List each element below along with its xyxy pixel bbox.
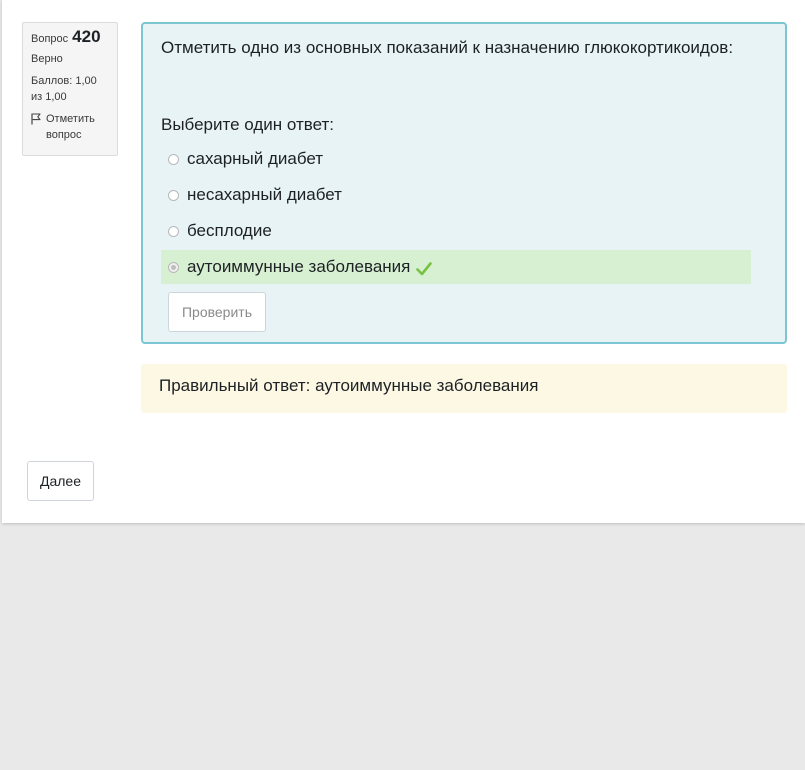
answer-option[interactable]: сахарный диабет [161, 142, 751, 176]
correct-answer-feedback: Правильный ответ: аутоиммунные заболеван… [141, 364, 787, 413]
answer-options: сахарный диабет несахарный диабет беспло… [161, 142, 751, 286]
radio-button[interactable] [168, 225, 179, 237]
question-grade: Баллов: 1,00 из 1,00 [31, 75, 97, 103]
answer-option[interactable]: бесплодие [161, 214, 751, 248]
radio-button[interactable] [168, 153, 179, 165]
question-formulation: Отметить одно из основных показаний к на… [141, 22, 787, 344]
radio-button[interactable] [168, 189, 179, 201]
answer-prompt: Выберите один ответ: [161, 115, 334, 134]
check-button[interactable]: Проверить [168, 292, 266, 332]
answer-option-label: сахарный диабет [187, 149, 324, 168]
flag-question-label: Отметить вопрос [46, 113, 95, 141]
question-number: Вопрос 420 [31, 27, 109, 47]
answer-option-correct[interactable]: аутоиммунные заболевания [161, 250, 751, 284]
next-button[interactable]: Далее [27, 461, 94, 501]
radio-button-selected[interactable] [168, 261, 179, 273]
answer-option-label: бесплодие [187, 221, 272, 240]
question-text: Отметить одно из основных показаний к на… [161, 38, 734, 57]
question-info-panel: Вопрос 420 Верно Баллов: 1,00 из 1,00 От… [22, 22, 118, 156]
page-content: Вопрос 420 Верно Баллов: 1,00 из 1,00 От… [2, 0, 805, 523]
flag-icon [31, 113, 41, 125]
answer-option[interactable]: несахарный диабет [161, 178, 751, 212]
flag-question-link[interactable]: Отметить вопрос [31, 111, 109, 143]
question-state: Верно [31, 53, 63, 65]
answer-option-label: несахарный диабет [187, 185, 342, 204]
check-icon [416, 262, 433, 276]
question-number-value: 420 [72, 27, 101, 46]
answer-option-label: аутоиммунные заболевания [187, 257, 411, 276]
question-label: Вопрос [31, 33, 69, 45]
